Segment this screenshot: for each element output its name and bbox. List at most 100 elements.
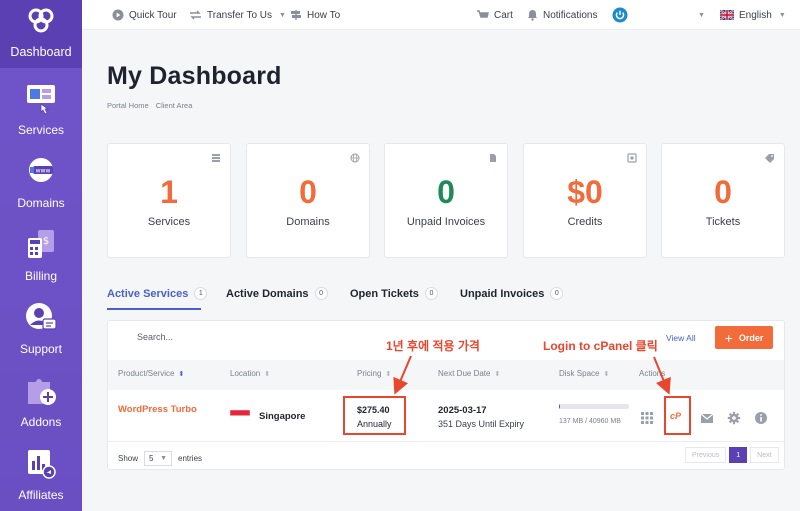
page-length-value: 5 [149, 454, 154, 463]
power-button[interactable] [612, 7, 628, 23]
column-disk-space[interactable]: Disk Space ⬍ [559, 369, 609, 378]
chevron-down-icon: ▼ [279, 11, 286, 19]
stat-label: Domains [286, 216, 330, 228]
page-length-select[interactable]: 5 ▼ [144, 451, 173, 466]
server-icon [212, 154, 220, 162]
column-next-due-date[interactable]: Next Due Date ⬍ [438, 369, 500, 378]
tab-active-services[interactable]: Active Services 1 [107, 287, 208, 300]
sort-icon: ⬍ [178, 370, 185, 378]
column-pricing[interactable]: Pricing ⬍ [357, 369, 391, 378]
account-dropdown[interactable]: ▼ [696, 7, 705, 23]
tab-open-tickets[interactable]: Open Tickets 0 [350, 287, 438, 300]
cart-link[interactable]: Cart [476, 7, 513, 23]
sidebar-item-addons[interactable]: Addons [0, 370, 82, 440]
sidebar-item-billing[interactable]: $ Billing [0, 224, 82, 294]
sidebar-item-services[interactable]: Services [0, 78, 82, 148]
tab-count-badge: 1 [194, 287, 208, 300]
sidebar-item-support[interactable]: Support [0, 297, 82, 367]
notifications-link[interactable]: Notifications [527, 7, 597, 23]
disk-usage-bar [559, 404, 629, 409]
due-date-value: 2025-03-17 [438, 405, 487, 416]
sidebar-item-label: Services [17, 123, 64, 137]
active-tab-indicator [107, 308, 201, 310]
signpost-icon [291, 10, 301, 20]
domains-icon: www [29, 158, 53, 182]
sort-icon: ⬍ [264, 370, 271, 378]
stat-card-credits[interactable]: $0 Credits [523, 143, 647, 258]
previous-page-button[interactable]: Previous [685, 447, 727, 463]
sidebar-item-dashboard[interactable]: Dashboard [0, 0, 82, 68]
sidebar: Dashboard Services www Domains $ Billing… [0, 0, 82, 511]
column-product-service[interactable]: Product/Service ⬍ [118, 369, 184, 378]
column-label: Pricing [357, 369, 382, 378]
info-icon[interactable] [754, 411, 768, 425]
disk-usage-fill [559, 404, 560, 409]
column-actions: Actions [639, 369, 665, 378]
stat-card-unpaid-invoices[interactable]: 0 Unpaid Invoices [384, 143, 508, 258]
how-to-menu[interactable]: How To [290, 7, 340, 23]
wallet-icon [627, 153, 637, 163]
tab-active-domains[interactable]: Active Domains 0 [226, 287, 328, 300]
price-value: $275.40 [357, 405, 390, 415]
row-divider [108, 441, 784, 442]
tab-label: Active Domains [226, 287, 309, 300]
stat-card-tickets[interactable]: 0 Tickets [661, 143, 785, 258]
cpanel-annotation: Login to cPanel 클릭 [543, 339, 658, 353]
grid-menu-icon[interactable] [640, 411, 654, 425]
gear-icon[interactable] [727, 411, 741, 425]
transfer-menu[interactable]: Transfer To Us ▼ [189, 7, 286, 23]
breadcrumb-client-area: Client Area [155, 101, 193, 110]
product-name-link[interactable]: WordPress Turbo [118, 404, 197, 415]
stat-value: 0 [714, 174, 732, 210]
entries-label: entries [178, 454, 203, 463]
page-length-control: Show 5 ▼ entries [118, 451, 202, 466]
sort-icon: ⬍ [603, 370, 610, 378]
sidebar-item-label: Domains [17, 196, 65, 210]
stat-card-services[interactable]: 1 Services [107, 143, 231, 258]
sidebar-item-affiliates[interactable]: Affiliates [0, 443, 82, 511]
tab-unpaid-invoices[interactable]: Unpaid Invoices 0 [460, 287, 564, 300]
quick-tour-link[interactable]: Quick Tour [112, 7, 177, 23]
sidebar-item-label: Affiliates [18, 488, 64, 502]
chevron-down-icon: ▼ [778, 11, 786, 19]
svg-text:$: $ [43, 236, 49, 247]
view-all-link[interactable]: View All [666, 333, 696, 343]
column-location[interactable]: Location ⬍ [230, 369, 270, 378]
cart-icon [477, 10, 489, 18]
stat-value: 0 [299, 174, 317, 210]
bell-icon [528, 10, 537, 21]
cpanel-login-button[interactable]: cP [670, 411, 681, 421]
cart-label: Cart [494, 9, 513, 21]
sidebar-item-label: Dashboard [10, 45, 72, 59]
billing-icon: $ [28, 230, 54, 258]
support-icon [26, 303, 57, 330]
column-label: Product/Service [118, 369, 175, 378]
uk-flag-icon [720, 10, 734, 20]
power-icon [612, 7, 628, 23]
mail-icon[interactable] [700, 411, 714, 425]
next-page-button[interactable]: Next [750, 447, 779, 463]
stat-label: Tickets [705, 216, 741, 228]
stat-value: $0 [567, 174, 603, 210]
order-button[interactable]: + Order [715, 326, 773, 349]
tab-count-badge: 0 [314, 287, 328, 300]
price-highlight-box [343, 396, 406, 435]
transfer-icon [190, 10, 201, 20]
disk-usage-text: 137 MB / 40960 MB [559, 418, 621, 425]
column-label: Actions [639, 369, 666, 378]
column-label: Disk Space [559, 369, 600, 378]
brand-logo-icon [28, 8, 54, 33]
page-1-button[interactable]: 1 [729, 447, 748, 463]
breadcrumb-portal-home[interactable]: Portal Home [107, 101, 149, 110]
language-selector[interactable]: English ▼ [720, 7, 786, 23]
tab-label: Open Tickets [350, 287, 419, 300]
search-input[interactable]: Search... [137, 332, 173, 342]
stat-label: Unpaid Invoices [406, 216, 486, 228]
price-annotation: 1년 후에 적용 가격 [386, 339, 480, 353]
transfer-label: Transfer To Us [207, 9, 273, 21]
stat-label: Credits [567, 216, 603, 228]
tab-label: Active Services [107, 287, 189, 300]
sidebar-item-domains[interactable]: www Domains [0, 151, 82, 221]
quick-tour-label: Quick Tour [129, 9, 177, 21]
stat-card-domains[interactable]: 0 Domains [246, 143, 370, 258]
